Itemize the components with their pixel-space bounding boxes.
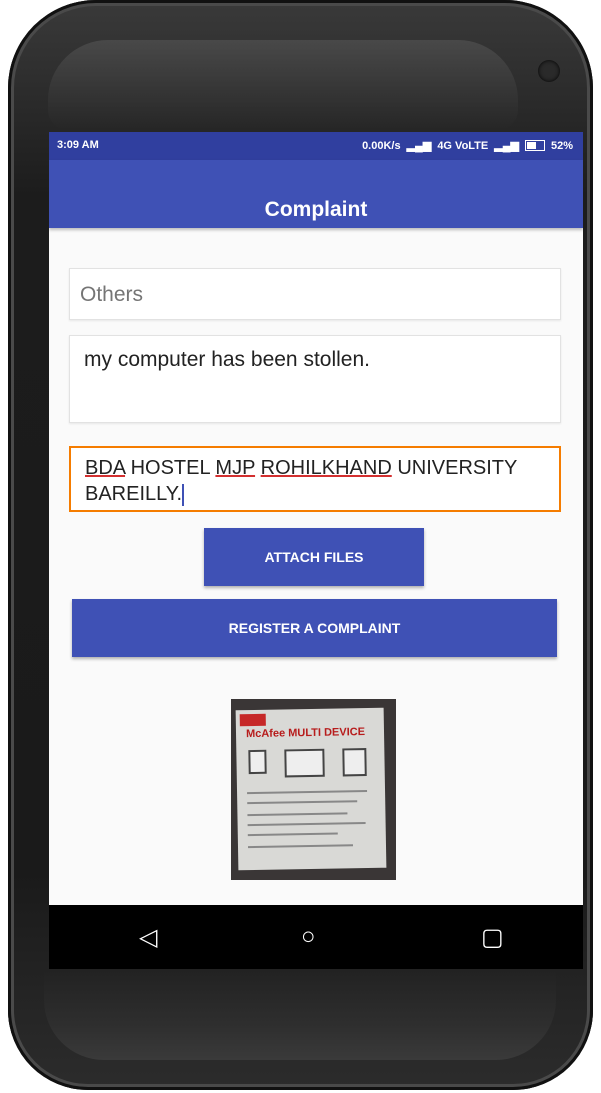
network-speed: 0.00K/s	[362, 139, 401, 152]
device-icon	[248, 749, 267, 775]
attachment-title: McAfee MULTI DEVICE	[245, 726, 366, 741]
description-field[interactable]: my computer has been stollen.	[69, 335, 561, 423]
signal-icon-2: ▂▄▆	[494, 140, 519, 152]
screen: 3:09 AM 0.00K/s ▂▄▆ 4G VoLTE ▂▄▆ 52% Com…	[49, 132, 583, 905]
speaker	[538, 60, 560, 82]
text-line	[247, 800, 358, 805]
text-cursor	[182, 483, 185, 506]
category-value: Others	[80, 283, 144, 306]
text-line	[247, 812, 348, 817]
text-line	[247, 844, 354, 849]
attachment-photo: McAfee MULTI DEVICE	[235, 707, 387, 871]
home-icon[interactable]: ○	[301, 923, 316, 951]
status-bar: 3:09 AM 0.00K/s ▂▄▆ 4G VoLTE ▂▄▆ 52%	[49, 132, 583, 160]
app-bar: Complaint	[49, 160, 583, 228]
battery-percent: 52%	[550, 139, 573, 152]
navigation-bar: ◁ ○ ▢	[49, 905, 583, 969]
attach-files-button[interactable]: ATTACH FILES	[204, 528, 424, 586]
page-title: Complaint	[264, 198, 368, 221]
category-field[interactable]: Others	[69, 268, 561, 320]
signal-icon: ▂▄▆	[406, 140, 432, 152]
address-word: BDA	[85, 457, 126, 479]
text-line	[247, 832, 338, 837]
address-word: ROHILKHAND	[260, 457, 392, 479]
description-value: my computer has been stollen.	[84, 348, 370, 371]
battery-icon	[524, 140, 545, 151]
tablet-icon	[342, 748, 367, 777]
status-right: 0.00K/s ▂▄▆ 4G VoLTE ▂▄▆ 52%	[362, 139, 573, 153]
address-field[interactable]: BDA HOSTEL MJP ROHILKHAND UNIVERSITY BAR…	[69, 446, 561, 512]
register-complaint-button[interactable]: REGISTER A COMPLAINT	[72, 599, 557, 657]
attachment-thumbnail[interactable]: McAfee MULTI DEVICE	[231, 699, 396, 880]
mcafee-logo	[239, 713, 266, 727]
phone-glare	[48, 40, 518, 130]
phone-chin	[44, 970, 556, 1060]
address-word: HOSTEL	[125, 457, 216, 479]
text-line	[247, 822, 366, 827]
network-label: 4G VoLTE	[437, 139, 489, 152]
back-icon[interactable]: ◁	[139, 923, 157, 952]
text-line	[247, 790, 368, 795]
address-word: MJP	[215, 457, 256, 479]
status-time: 3:09 AM	[57, 139, 99, 151]
laptop-icon	[284, 748, 325, 778]
recents-icon[interactable]: ▢	[481, 923, 504, 952]
